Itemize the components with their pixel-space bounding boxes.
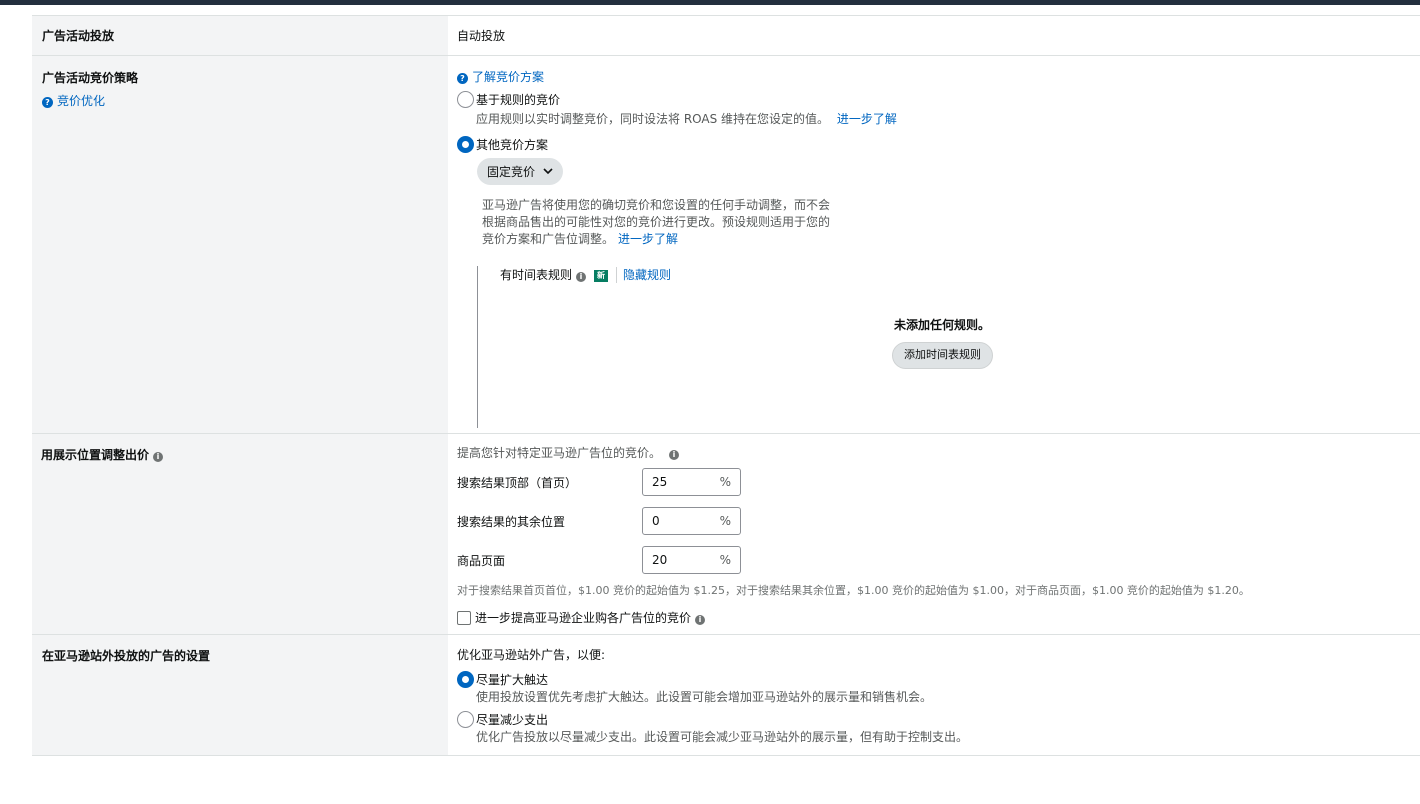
rule-based-desc-line: 应用规则以实时调整竞价，同时设法将 ROAS 维持在您设定的值。 进一步了解 [457, 110, 1411, 127]
offsite-label-cell: 在亚马逊站外投放的广告的设置 [32, 635, 448, 755]
top-bar [0, 0, 1420, 5]
placement-name: 搜索结果顶部（首页） [457, 475, 578, 490]
schedule-title: 有时间表规则 [500, 268, 573, 282]
row-placement: 用展示位置调整出价 i 提高您针对特定亚马逊广告位的竞价。 i 搜索结果顶部（首页）… [32, 434, 1420, 635]
bidding-label: 广告活动竞价策略 [42, 71, 139, 85]
option-other[interactable]: 其他竞价方案 [457, 136, 1411, 153]
maximize-reach-title: 尽量扩大触达 [476, 673, 549, 687]
bidding-value-cell: ? 了解竞价方案 基于规则的竞价 应用规则以实时调整竞价，同时设法将 ROAS 维… [448, 56, 1420, 433]
business-bid-checkbox[interactable] [457, 611, 471, 625]
minimize-spend-radio[interactable] [457, 711, 474, 728]
targeting-label-cell: 广告活动投放 [32, 16, 448, 55]
business-bid-option[interactable]: 进一步提高亚马逊企业购各广告位的竞价 i [457, 609, 1411, 626]
new-badge: 新 [594, 270, 609, 282]
bid-strategy-value: 固定竞价 [487, 165, 536, 179]
bidding-label-cell: 广告活动竞价策略 ? 竞价优化 [32, 56, 448, 433]
divider [616, 267, 618, 283]
question-circle-icon: ? [457, 73, 468, 84]
rule-based-radio[interactable] [457, 91, 474, 108]
placement-row-product: 商品页面 20 % [457, 546, 1411, 574]
rule-based-more-link[interactable]: 进一步了解 [837, 112, 897, 126]
minimize-spend-desc: 优化广告投放以尽量减少支出。此设置可能会减少亚马逊站外的展示量，但有助于控制支出… [476, 730, 969, 744]
option-minimize-spend[interactable]: 尽量减少支出 [457, 711, 1411, 728]
placement-name: 搜索结果的其余位置 [457, 514, 566, 529]
offsite-label: 在亚马逊站外投放的广告的设置 [42, 649, 211, 663]
maximize-reach-desc: 使用投放设置优先考虑扩大触达。此设置可能会增加亚马逊站外的展示量和销售机会。 [476, 690, 933, 704]
option-maximize-reach[interactable]: 尽量扩大触达 [457, 671, 1411, 688]
placement-top-input[interactable]: 25 % [642, 468, 741, 496]
chevron-down-icon [543, 168, 553, 175]
targeting-value: 自动投放 [457, 29, 506, 43]
question-circle-icon: ? [42, 97, 53, 108]
offsite-intro: 优化亚马逊站外广告，以便: [457, 648, 606, 662]
placement-label: 用展示位置调整出价 [41, 448, 150, 462]
option-rule-based[interactable]: 基于规则的竞价 [457, 91, 1411, 108]
placement-intro: 提高您针对特定亚马逊广告位的竞价。 [457, 446, 662, 460]
placement-intro-line: 提高您针对特定亚马逊广告位的竞价。 i [457, 444, 1411, 461]
percent-value: 20 [652, 553, 668, 567]
maximize-reach-radio[interactable] [457, 671, 474, 688]
schedule-rules-panel: 有时间表规则 i 新 隐藏规则 未添加任何规则。 添加时间表规则 [477, 266, 1411, 428]
other-strategy-radio[interactable] [457, 136, 474, 153]
percent-value: 25 [652, 475, 668, 489]
rule-based-desc: 应用规则以实时调整竞价，同时设法将 ROAS 维持在您设定的值。 [476, 112, 830, 126]
offsite-value-cell: 优化亚马逊站外广告，以便: 尽量扩大触达 使用投放设置优先考虑扩大触达。此设置可… [448, 635, 1420, 755]
learn-bidding-link[interactable]: 了解竞价方案 [472, 70, 544, 84]
description-line: 亚马逊广告将使用您的确切竞价和您设置的任何手动调整，而不会 [482, 198, 831, 212]
minimize-spend-title: 尽量减少支出 [476, 713, 549, 727]
description-line: 竞价方案和广告位调整。 [482, 232, 615, 246]
fixed-bid-description: 亚马逊广告将使用您的确切竞价和您设置的任何手动调整，而不会 根据商品售出的可能性… [457, 197, 857, 248]
placement-note: 对于搜索结果首页首位，$1.00 竞价的起始值为 $1.25，对于搜索结果其余位… [457, 584, 1250, 597]
info-circle-icon: i [576, 272, 587, 282]
description-line: 根据商品售出的可能性对您的竞价进行更改。预设规则适用于您的 [482, 215, 831, 229]
row-offsite: 在亚马逊站外投放的广告的设置 优化亚马逊站外广告，以便: 尽量扩大触达 使用投放… [32, 635, 1420, 756]
placement-label-cell: 用展示位置调整出价 i [32, 434, 448, 634]
info-circle-icon: i [695, 615, 706, 625]
placement-product-input[interactable]: 20 % [642, 546, 741, 574]
description-more-link[interactable]: 进一步了解 [618, 232, 678, 246]
settings-table: 广告活动投放 自动投放 广告活动竞价策略 ? 竞价优化 ? 了解竞价方案 基于规则的… [32, 15, 1420, 756]
business-bid-label: 进一步提高亚马逊企业购各广告位的竞价 [475, 611, 692, 625]
row-targeting: 广告活动投放 自动投放 [32, 16, 1420, 56]
rule-based-title: 基于规则的竞价 [476, 93, 561, 107]
percent-sign: % [719, 514, 731, 528]
targeting-label: 广告活动投放 [42, 29, 115, 43]
add-schedule-rule-button[interactable]: 添加时间表规则 [892, 342, 993, 369]
info-circle-icon: i [153, 452, 164, 462]
percent-value: 0 [652, 514, 660, 528]
bid-strategy-select[interactable]: 固定竞价 [477, 158, 564, 185]
no-rules-message: 未添加任何规则。 [894, 318, 991, 332]
bid-optimization-link[interactable]: 竞价优化 [57, 94, 105, 108]
other-strategy-title: 其他竞价方案 [476, 138, 549, 152]
placement-row-rest: 搜索结果的其余位置 0 % [457, 507, 1411, 535]
placement-row-top: 搜索结果顶部（首页） 25 % [457, 468, 1411, 496]
schedule-header: 有时间表规则 i 新 隐藏规则 [500, 266, 671, 283]
info-circle-icon: i [669, 450, 680, 460]
hide-rules-link[interactable]: 隐藏规则 [623, 268, 671, 282]
row-bidding: 广告活动竞价策略 ? 竞价优化 ? 了解竞价方案 基于规则的竞价 应用规则以实时调整… [32, 56, 1420, 434]
percent-sign: % [719, 553, 731, 567]
placement-name: 商品页面 [457, 553, 506, 568]
placement-rest-input[interactable]: 0 % [642, 507, 741, 535]
placement-value-cell: 提高您针对特定亚马逊广告位的竞价。 i 搜索结果顶部（首页） 25 % 搜索结果的… [448, 434, 1420, 634]
targeting-value-cell: 自动投放 [448, 16, 1420, 55]
percent-sign: % [719, 475, 731, 489]
